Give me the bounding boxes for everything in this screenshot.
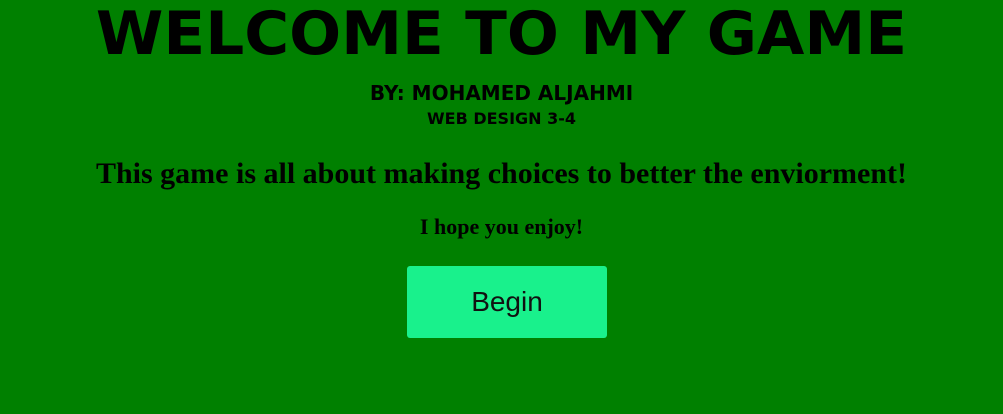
- begin-button[interactable]: Begin: [407, 266, 607, 338]
- course-label: WEB DESIGN 3-4: [426, 109, 577, 128]
- game-title: WELCOME TO MY GAME: [95, 0, 908, 69]
- start-screen: WELCOME TO MY GAME BY: MOHAMED ALJAHMI W…: [0, 0, 1003, 414]
- author-byline: BY: MOHAMED ALJAHMI: [369, 81, 634, 105]
- intro-lead: This game is all about making choices to…: [95, 157, 908, 190]
- intro-enjoy: I hope you enjoy!: [419, 214, 584, 239]
